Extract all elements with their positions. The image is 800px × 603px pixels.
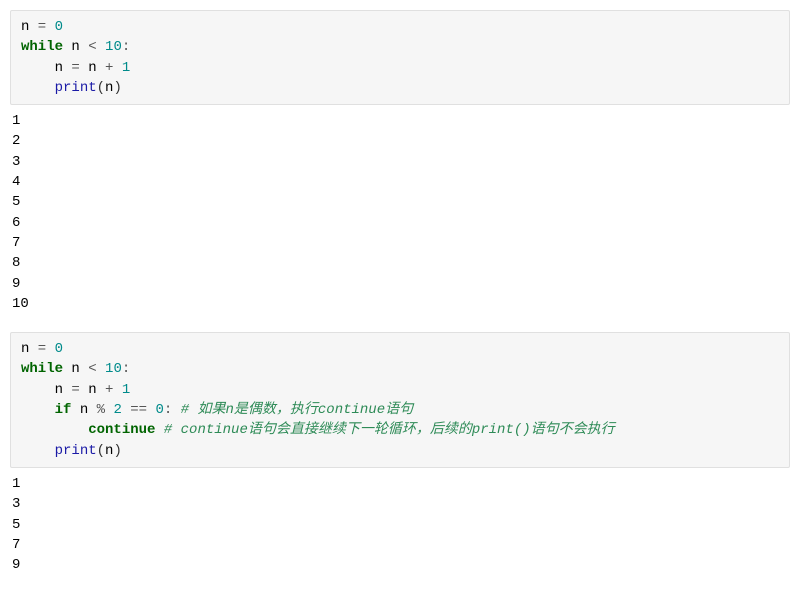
var-n: n bbox=[71, 361, 79, 377]
code-block-1: n = 0 while n < 10: n = n + 1 print(n) bbox=[10, 10, 790, 105]
kw-continue: continue bbox=[88, 422, 155, 438]
op-assign: = bbox=[29, 19, 54, 35]
kw-if: if bbox=[55, 402, 72, 418]
var-n: n bbox=[55, 60, 63, 76]
indent bbox=[21, 443, 55, 459]
rparen: ) bbox=[113, 80, 121, 96]
lparen: ( bbox=[97, 443, 105, 459]
kw-while: while bbox=[21, 39, 63, 55]
op-plus: + bbox=[97, 60, 122, 76]
colon: : bbox=[122, 39, 130, 55]
indent bbox=[21, 402, 55, 418]
op-assign: = bbox=[29, 341, 54, 357]
space bbox=[172, 402, 180, 418]
output-block-1: 1 2 3 4 5 6 7 8 9 10 bbox=[10, 111, 790, 320]
num-1: 1 bbox=[122, 382, 130, 398]
indent bbox=[21, 382, 55, 398]
output-block-2: 1 3 5 7 9 bbox=[10, 474, 790, 581]
space bbox=[71, 402, 79, 418]
op-eqeq: == bbox=[122, 402, 156, 418]
colon: : bbox=[122, 361, 130, 377]
num-1: 1 bbox=[122, 60, 130, 76]
indent bbox=[21, 60, 55, 76]
op-lt: < bbox=[80, 361, 105, 377]
lparen: ( bbox=[97, 80, 105, 96]
fn-print: print bbox=[55, 80, 97, 96]
var-n: n bbox=[88, 382, 96, 398]
var-n: n bbox=[71, 39, 79, 55]
op-assign: = bbox=[63, 382, 88, 398]
indent bbox=[21, 80, 55, 96]
comment: # 如果n是偶数，执行continue语句 bbox=[181, 402, 413, 418]
var-n: n bbox=[88, 60, 96, 76]
var-n: n bbox=[80, 402, 88, 418]
var-n: n bbox=[55, 382, 63, 398]
num-0: 0 bbox=[155, 402, 163, 418]
comment: # continue语句会直接继续下一轮循环，后续的print()语句不会执行 bbox=[164, 422, 615, 438]
space bbox=[155, 422, 163, 438]
indent bbox=[21, 422, 88, 438]
code-block-2: n = 0 while n < 10: n = n + 1 if n % 2 =… bbox=[10, 332, 790, 468]
fn-print: print bbox=[55, 443, 97, 459]
op-mod: % bbox=[88, 402, 113, 418]
num-2: 2 bbox=[113, 402, 121, 418]
num-10: 10 bbox=[105, 39, 122, 55]
kw-while: while bbox=[21, 361, 63, 377]
op-plus: + bbox=[97, 382, 122, 398]
num-0: 0 bbox=[55, 341, 63, 357]
rparen: ) bbox=[113, 443, 121, 459]
op-lt: < bbox=[80, 39, 105, 55]
num-0: 0 bbox=[55, 19, 63, 35]
num-10: 10 bbox=[105, 361, 122, 377]
op-assign: = bbox=[63, 60, 88, 76]
